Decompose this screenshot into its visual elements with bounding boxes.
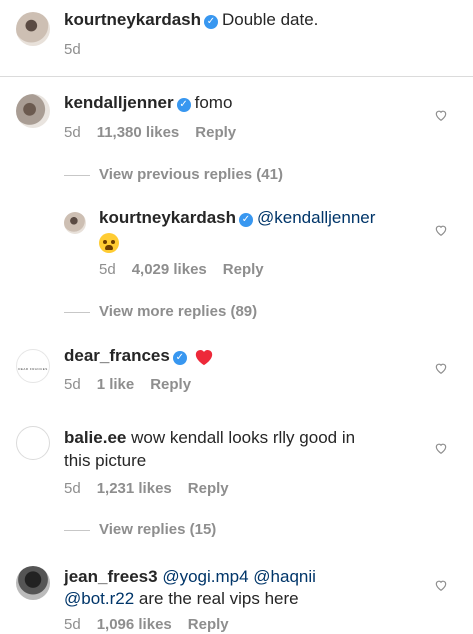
likes-count[interactable]: 1,231 likes xyxy=(97,480,172,497)
username-link[interactable]: kendalljenner xyxy=(64,93,174,112)
comment-text: wow kendall looks rlly good in xyxy=(131,428,356,447)
username-link[interactable]: kourtneykardash xyxy=(99,208,236,227)
avatar[interactable] xyxy=(16,94,50,128)
comment-line: kendalljenner ✓ fomo xyxy=(64,92,232,114)
likes-count[interactable]: 1 like xyxy=(97,376,135,393)
verified-badge-icon: ✓ xyxy=(239,213,253,227)
username-link[interactable]: balie.ee xyxy=(64,428,126,447)
likes-count[interactable]: 4,029 likes xyxy=(132,261,207,278)
reply-button[interactable]: Reply xyxy=(195,124,236,141)
comment-time: 5d xyxy=(64,616,81,633)
avatar[interactable] xyxy=(16,12,50,46)
comment-time: 5d xyxy=(64,480,81,497)
comment-time: 5d xyxy=(64,376,81,393)
mention-link[interactable]: @haqnii xyxy=(253,567,316,586)
mention-link[interactable]: @kendalljenner xyxy=(257,208,375,227)
view-replies-button[interactable]: View replies (15) xyxy=(99,521,216,538)
thread-divider xyxy=(64,312,90,313)
comment-meta: 5d 1,231 likes Reply xyxy=(64,480,229,497)
mention-link[interactable]: @yogi.mp4 xyxy=(162,567,248,586)
comment-text: fomo xyxy=(194,93,233,112)
comment-meta: 5d 11,380 likes Reply xyxy=(64,124,236,141)
tired-face-emoji-icon xyxy=(99,232,119,253)
username-link[interactable]: dear_frances xyxy=(64,346,170,365)
comment-line-2: this picture xyxy=(64,450,146,472)
caption-time: 5d xyxy=(64,41,81,58)
like-heart-icon[interactable] xyxy=(434,108,448,122)
comment-meta: 5d 4,029 likes Reply xyxy=(99,261,264,278)
comment-line: dear_frances ✓ xyxy=(64,345,214,367)
like-heart-icon[interactable] xyxy=(434,441,448,455)
username-link[interactable]: jean_frees3 xyxy=(64,567,158,586)
comment-text: are the real vips here xyxy=(138,589,299,608)
reply-button[interactable]: Reply xyxy=(223,261,264,278)
comment-meta: 5d 1,096 likes Reply xyxy=(64,616,229,633)
thread-divider xyxy=(64,530,90,531)
comment-meta: 5d 1 like Reply xyxy=(64,376,191,393)
emoji-line xyxy=(99,231,119,253)
caption-text: Double date. xyxy=(222,10,319,29)
like-heart-icon[interactable] xyxy=(434,361,448,375)
comment-time: 5d xyxy=(64,124,81,141)
avatar[interactable] xyxy=(16,426,50,460)
comment-line: balie.ee wow kendall looks rlly good in xyxy=(64,427,355,449)
verified-badge-icon: ✓ xyxy=(176,98,191,112)
likes-count[interactable]: 1,096 likes xyxy=(97,616,172,633)
thread-divider xyxy=(64,175,90,176)
comment-text: this picture xyxy=(64,451,147,470)
verified-badge-icon: ✓ xyxy=(172,351,187,365)
avatar[interactable]: DEAR FRANCES xyxy=(16,349,50,383)
reply-button[interactable]: Reply xyxy=(188,480,229,497)
reply-button[interactable]: Reply xyxy=(150,376,191,393)
like-heart-icon[interactable] xyxy=(434,578,448,592)
likes-count[interactable]: 11,380 likes xyxy=(97,124,180,141)
avatar-logo-text: DEAR FRANCES xyxy=(18,367,48,371)
comment-time: 5d xyxy=(99,261,116,278)
avatar[interactable] xyxy=(16,566,50,600)
post-caption: kourtneykardash ✓ Double date. 5d xyxy=(0,0,473,77)
username-link[interactable]: kourtneykardash xyxy=(64,10,201,29)
comment-line-2: @bot.r22 are the real vips here xyxy=(64,588,299,610)
mention-link[interactable]: @bot.r22 xyxy=(64,589,134,608)
verified-badge-icon: ✓ xyxy=(204,15,218,29)
comment-line: kourtneykardash ✓ @kendalljenner xyxy=(99,207,375,229)
view-previous-replies-button[interactable]: View previous replies (41) xyxy=(99,166,283,183)
like-heart-icon[interactable] xyxy=(434,223,448,237)
red-heart-emoji-icon xyxy=(195,349,213,365)
view-more-replies-button[interactable]: View more replies (89) xyxy=(99,303,257,320)
caption-line: kourtneykardash ✓ Double date. xyxy=(64,9,318,31)
avatar[interactable] xyxy=(64,212,86,234)
comment-line: jean_frees3 @yogi.mp4 @haqnii xyxy=(64,566,316,588)
reply-button[interactable]: Reply xyxy=(188,616,229,633)
